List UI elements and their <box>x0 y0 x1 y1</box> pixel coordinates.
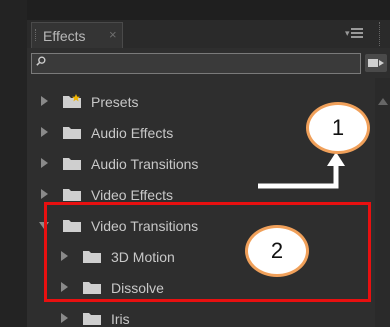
highlight-box <box>44 202 371 302</box>
expand-triangle-icon[interactable] <box>41 189 48 199</box>
folder-icon <box>63 189 81 201</box>
menu-arrow-icon: ▾ <box>345 28 350 38</box>
tree-item-label: Audio Transitions <box>91 156 199 172</box>
folder-icon <box>63 158 81 170</box>
presets-folder-icon <box>63 94 81 108</box>
folder-icon <box>63 127 81 139</box>
search-field[interactable] <box>31 53 361 74</box>
left-gutter <box>0 0 27 327</box>
tree-item-label: Iris <box>111 311 130 327</box>
panel-menu-icon[interactable]: ▾ <box>345 26 365 40</box>
expand-triangle-icon[interactable] <box>41 127 48 137</box>
tab-effects-label: Effects <box>43 28 86 44</box>
annotation-arrow <box>258 152 345 189</box>
expand-triangle-icon[interactable] <box>61 313 68 323</box>
scroll-up-icon[interactable] <box>378 98 388 105</box>
new-bin-icon[interactable] <box>365 54 387 72</box>
callout-2: 2 <box>245 225 309 277</box>
tree-item-label: Presets <box>91 94 139 110</box>
expand-triangle-icon[interactable] <box>41 96 48 106</box>
search-icon <box>36 56 46 66</box>
tab-grip-icon[interactable] <box>35 29 38 41</box>
window-top-strip <box>0 0 390 20</box>
close-icon[interactable]: × <box>109 27 117 42</box>
tree-item-iris[interactable]: Iris <box>27 305 390 327</box>
tree-item-label: Video Effects <box>91 187 173 203</box>
scrollbar[interactable] <box>375 78 390 327</box>
expand-triangle-icon[interactable] <box>41 158 48 168</box>
tab-effects[interactable]: Effects × <box>31 22 123 48</box>
panel-tab-bar: Effects × ▾ <box>27 20 390 49</box>
tree-item-label: Audio Effects <box>91 125 174 141</box>
callout-1: 1 <box>306 102 370 154</box>
panel-divider <box>379 22 383 46</box>
search-row <box>27 48 390 78</box>
folder-icon <box>83 313 101 325</box>
search-input[interactable] <box>52 55 352 71</box>
